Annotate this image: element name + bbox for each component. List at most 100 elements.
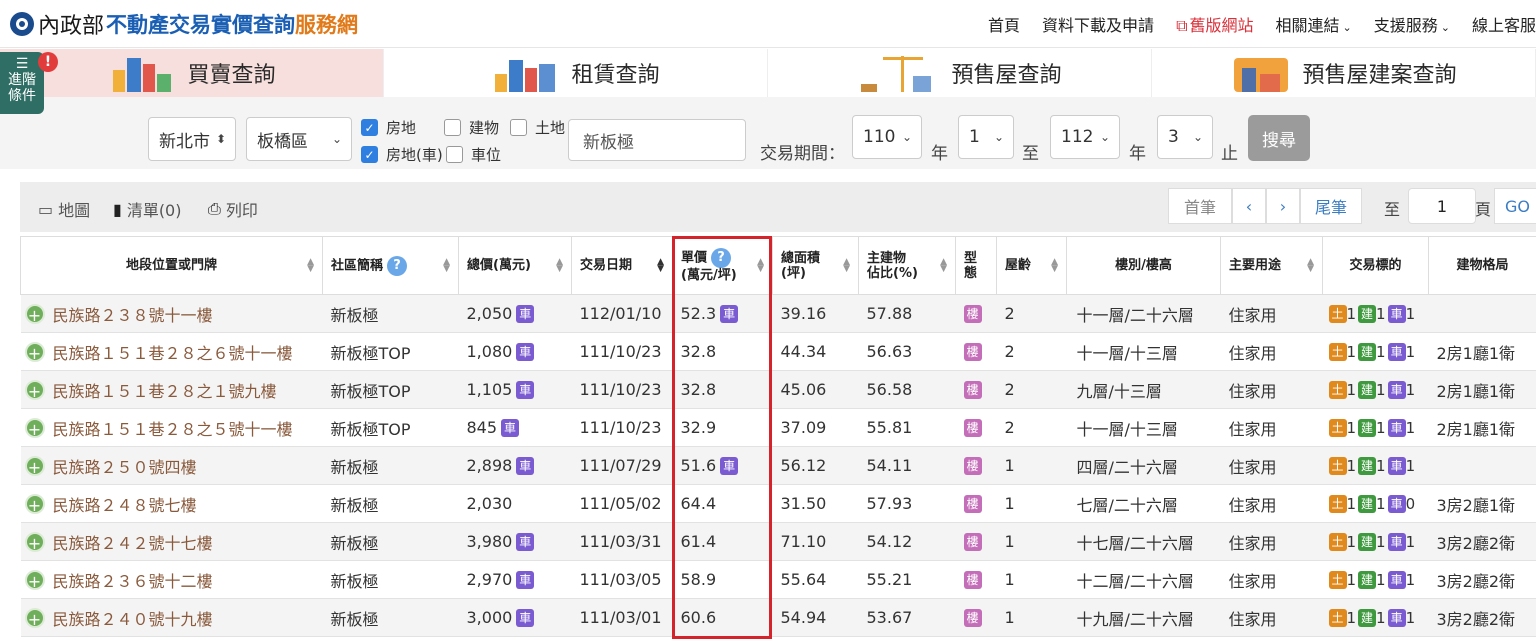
cell-area: 56.12 bbox=[772, 446, 859, 485]
expand-plus-icon[interactable]: + bbox=[24, 379, 45, 401]
layout-value: 3房2廳2衛 bbox=[1436, 609, 1516, 629]
cell-floor: 十一層/十三層 bbox=[1066, 332, 1221, 371]
expand-plus-icon[interactable]: + bbox=[24, 493, 45, 515]
table-row[interactable]: + 民族路２４２號十七樓 新板極 3,980 車 111/03/31 61.4 71.10 54… bbox=[20, 522, 1536, 561]
table-row[interactable]: + 民族路１５１巷２８之５號十一樓 新板極TOP 845 車 111/10/23 32.9 3… bbox=[20, 408, 1536, 447]
expand-plus-icon[interactable]: + bbox=[24, 341, 45, 363]
col-main-ratio[interactable]: 主建物 佔比(%) ▲ ▼ bbox=[858, 236, 956, 295]
first-page-button[interactable]: 首筆 bbox=[1168, 188, 1232, 224]
community-value: 新板極TOP bbox=[330, 381, 411, 401]
nav-item-3[interactable]: 相關連結 ⌄ bbox=[1276, 12, 1352, 36]
to-label: 至 bbox=[1022, 144, 1039, 164]
col-target[interactable]: 交易標的 bbox=[1322, 236, 1429, 295]
help-icon[interactable]: ? bbox=[387, 255, 408, 276]
col-age[interactable]: 屋齡 ▲ ▼ bbox=[996, 236, 1067, 295]
nav-item-5[interactable]: 線上客服 bbox=[1472, 12, 1536, 36]
print-button[interactable]: ⎙ 列印 bbox=[208, 197, 258, 221]
col-area[interactable]: 總面積 (坪) ▲ ▼ bbox=[772, 236, 859, 295]
checkbox-icon bbox=[444, 119, 461, 136]
check-house-land[interactable]: ✓ 房地 bbox=[361, 117, 416, 138]
table-row[interactable]: + 民族路２３８號十一樓 新板極 2,050 車 112/01/10 52.3 車 39.16 5… bbox=[20, 294, 1536, 333]
table-row[interactable]: + 民族路１５１巷２８之６號十一樓 新板極TOP 1,080 車 111/10/23 32.… bbox=[20, 332, 1536, 371]
tab-rent[interactable]: 租賃查詢 bbox=[384, 49, 768, 97]
col-unit-price[interactable]: 單價? (萬元/坪) ▲ ▼ bbox=[672, 236, 773, 295]
col-location[interactable]: 地段位置或門牌 ▲ ▼ bbox=[20, 236, 323, 295]
col-community[interactable]: 社區簡稱? ▲ ▼ bbox=[322, 236, 459, 295]
expand-plus-icon[interactable]: + bbox=[24, 569, 45, 591]
cell-date: 111/10/23 bbox=[571, 408, 673, 447]
cell-main-ratio: 55.21 bbox=[858, 560, 956, 599]
to-year-select[interactable]: 112 ⌄ bbox=[1050, 115, 1120, 159]
list-button[interactable]: ▮ 清單(0) bbox=[113, 197, 181, 221]
address-link[interactable]: 民族路２５０號四樓 bbox=[53, 458, 197, 477]
prev-page-button[interactable]: ‹ bbox=[1232, 188, 1266, 224]
check-land[interactable]: 土地 bbox=[510, 117, 565, 138]
col-total[interactable]: 總價(萬元) ▲ ▼ bbox=[458, 236, 572, 295]
address-link[interactable]: 民族路２３６號十二樓 bbox=[53, 572, 213, 591]
nav-item-4[interactable]: 支援服務 ⌄ bbox=[1374, 12, 1450, 36]
address-link[interactable]: 民族路２４８號七樓 bbox=[53, 496, 197, 515]
address-link[interactable]: 民族路２３８號十一樓 bbox=[53, 306, 213, 325]
expand-plus-icon[interactable]: + bbox=[24, 607, 45, 629]
next-page-button[interactable]: › bbox=[1266, 188, 1300, 224]
map-button[interactable]: ▭ 地圖 bbox=[38, 197, 90, 221]
from-month-select[interactable]: 1 ⌄ bbox=[958, 115, 1014, 159]
check-building[interactable]: 建物 bbox=[444, 117, 499, 138]
cell-unit-price: 61.4 bbox=[672, 522, 773, 561]
chevron-down-icon: ⌄ bbox=[1099, 130, 1110, 144]
total-price-value: 1,105 bbox=[466, 379, 513, 399]
nav-item-2[interactable]: ⧉ 舊版網站 bbox=[1176, 12, 1253, 36]
cell-layout: 3房2廳2衛 bbox=[1428, 560, 1536, 599]
go-button[interactable]: GO bbox=[1494, 188, 1536, 224]
expand-plus-icon[interactable]: + bbox=[24, 417, 45, 439]
nav-item-1[interactable]: 資料下載及申請 bbox=[1042, 12, 1154, 36]
to-month-select[interactable]: 3 ⌄ bbox=[1157, 115, 1213, 159]
table-row[interactable]: + 民族路２３６號十二樓 新板極 2,970 車 111/03/05 58.9 55.64 55… bbox=[20, 560, 1536, 599]
col-date[interactable]: 交易日期 ▲ ▼ bbox=[571, 236, 673, 295]
address-link[interactable]: 民族路１５１巷２８之１號九樓 bbox=[53, 382, 277, 401]
date-value: 111/03/05 bbox=[579, 570, 662, 589]
cell-use: 住家用 bbox=[1220, 294, 1323, 333]
cell-total: 845 車 bbox=[458, 408, 572, 447]
check-house-land-car[interactable]: ✓ 房地(車) bbox=[361, 144, 443, 165]
col-floor[interactable]: 樓別/樓高 bbox=[1066, 236, 1221, 295]
checkbox-checked-icon: ✓ bbox=[361, 119, 378, 136]
table-row[interactable]: + 民族路１５１巷２８之１號九樓 新板極TOP 1,105 車 111/10/23 32.8… bbox=[20, 370, 1536, 409]
table-row[interactable]: + 民族路２５０號四樓 新板極 2,898 車 111/07/29 51.6 車 56.12 54… bbox=[20, 446, 1536, 485]
main-ratio-value: 57.93 bbox=[866, 494, 913, 513]
unit-price-value: 52.3 bbox=[680, 303, 717, 323]
tab-sale[interactable]: 買賣查詢 bbox=[0, 49, 384, 97]
address-link[interactable]: 民族路２４２號十七樓 bbox=[53, 534, 213, 553]
address-link[interactable]: 民族路２４０號十九樓 bbox=[53, 610, 213, 629]
col-type[interactable]: 型態 bbox=[955, 236, 997, 295]
district-select[interactable]: 板橋區 ⌄ bbox=[246, 117, 352, 161]
main-ratio-value: 56.58 bbox=[866, 380, 913, 399]
cell-type: 樓 bbox=[955, 560, 997, 599]
nav-item-label: 線上客服 bbox=[1471, 16, 1536, 35]
expand-plus-icon[interactable]: + bbox=[24, 531, 45, 553]
last-page-button[interactable]: 尾筆 bbox=[1300, 188, 1362, 224]
expand-plus-icon[interactable]: + bbox=[24, 455, 45, 477]
check-parking[interactable]: 車位 bbox=[446, 144, 501, 165]
help-icon[interactable]: ? bbox=[711, 248, 732, 268]
site-logo[interactable]: 內政部 不動產交易實價查詢 服務網 bbox=[10, 0, 358, 48]
table-row[interactable]: + 民族路２４８號七樓 新板極 2,030 111/05/02 64.4 31.50 57.9… bbox=[20, 484, 1536, 523]
nav-item-0[interactable]: 首頁 bbox=[988, 12, 1020, 36]
search-button[interactable]: 搜尋 bbox=[1248, 115, 1310, 161]
address-link[interactable]: 民族路１５１巷２８之５號十一樓 bbox=[53, 420, 293, 439]
col-layout[interactable]: 建物格局 bbox=[1428, 236, 1536, 295]
page-input[interactable]: 1 bbox=[1408, 188, 1476, 224]
parking-tag-icon: 車 bbox=[516, 609, 535, 628]
address-link[interactable]: 民族路１５１巷２８之６號十一樓 bbox=[53, 344, 293, 363]
tab-presale-project[interactable]: 預售屋建案查詢 bbox=[1152, 49, 1536, 97]
col-floor-label: 樓別/樓高 bbox=[1115, 258, 1172, 273]
table-row[interactable]: + 民族路２４０號十九樓 新板極 3,000 車 111/03/01 60.6 54.94 53… bbox=[20, 598, 1536, 637]
alert-badge: ! bbox=[38, 52, 58, 72]
keyword-input[interactable]: 新板極 bbox=[568, 119, 746, 161]
col-use[interactable]: 主要用途 ▲ ▼ bbox=[1220, 236, 1323, 295]
external-link-icon: ⧉ bbox=[1176, 16, 1188, 35]
from-year-select[interactable]: 110 ⌄ bbox=[852, 115, 922, 159]
tab-presale[interactable]: 預售屋查詢 bbox=[768, 49, 1152, 97]
expand-plus-icon[interactable]: + bbox=[24, 303, 45, 325]
city-select[interactable]: 新北市 ⬍ bbox=[148, 117, 236, 161]
